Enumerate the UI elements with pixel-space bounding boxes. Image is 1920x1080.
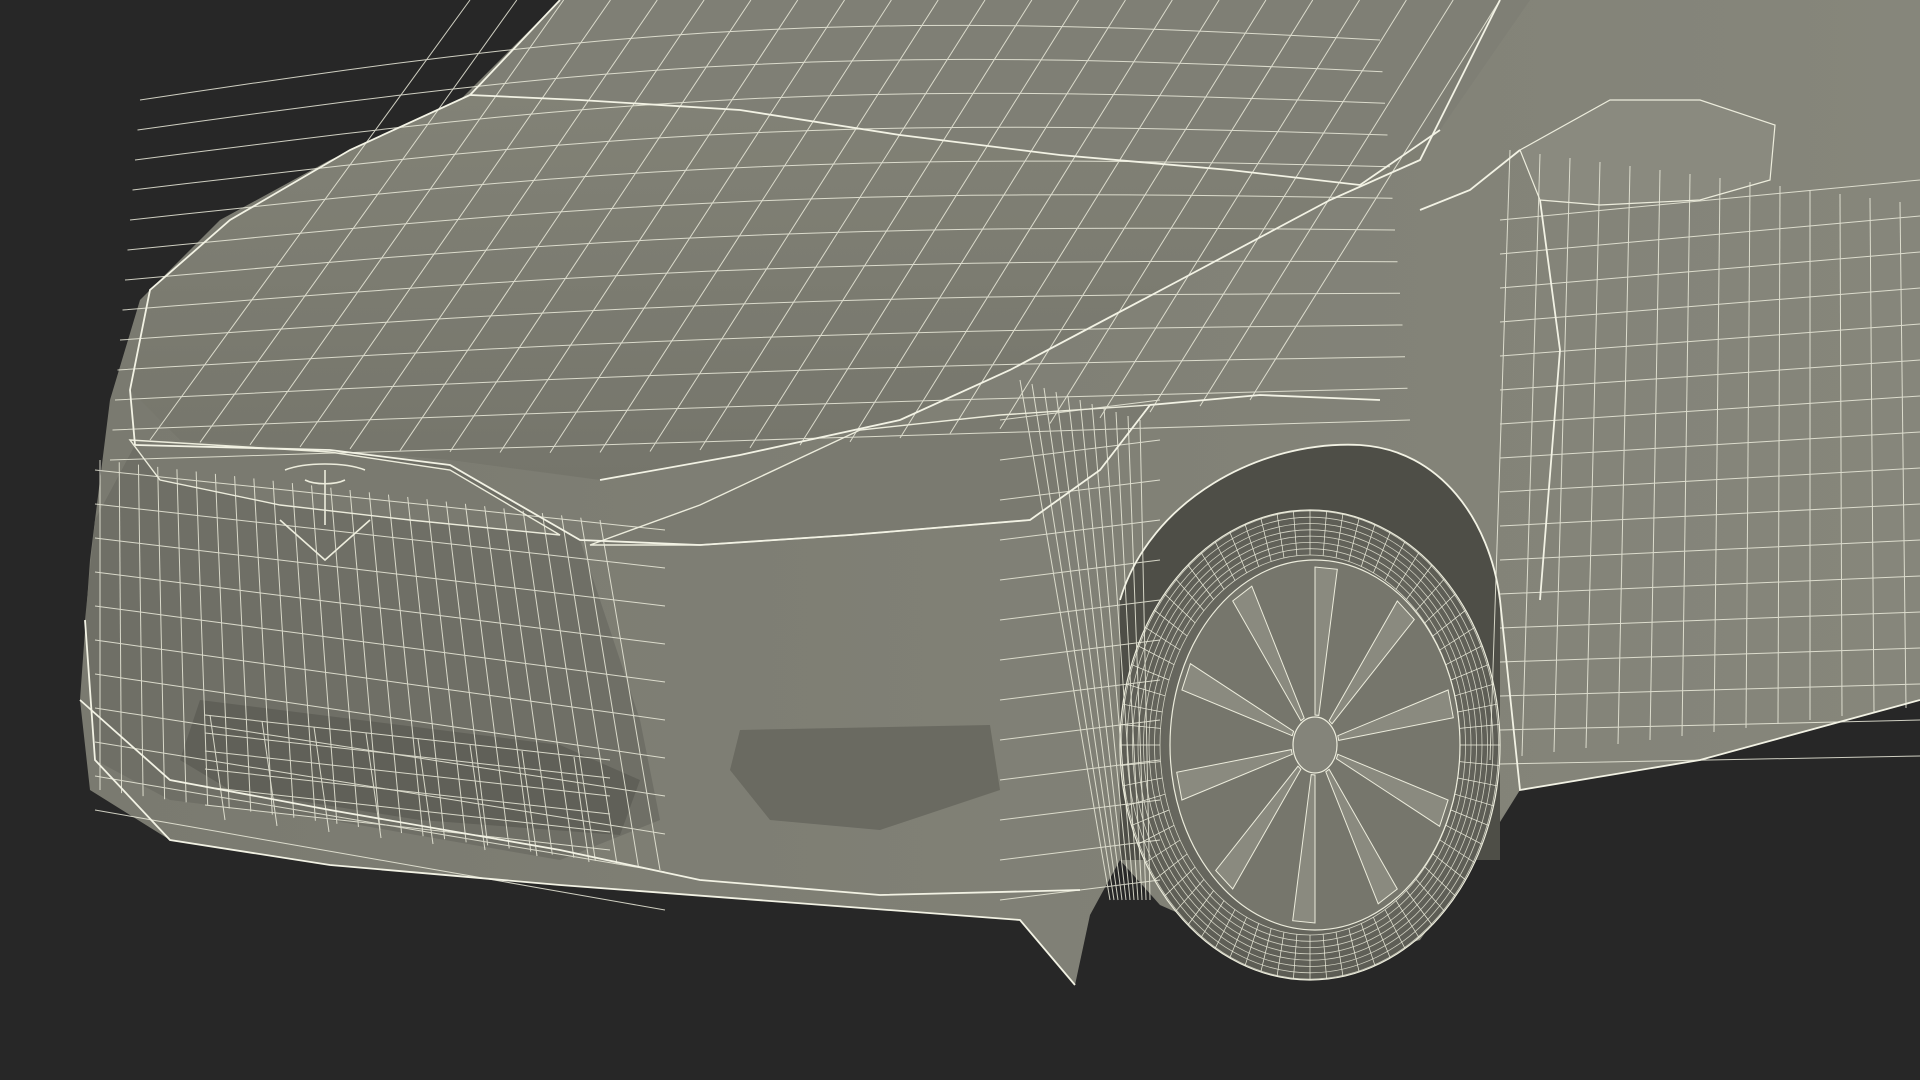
wireframe-render xyxy=(0,0,1920,1080)
wheel-hub xyxy=(1292,716,1338,774)
viewport xyxy=(0,0,1920,1080)
